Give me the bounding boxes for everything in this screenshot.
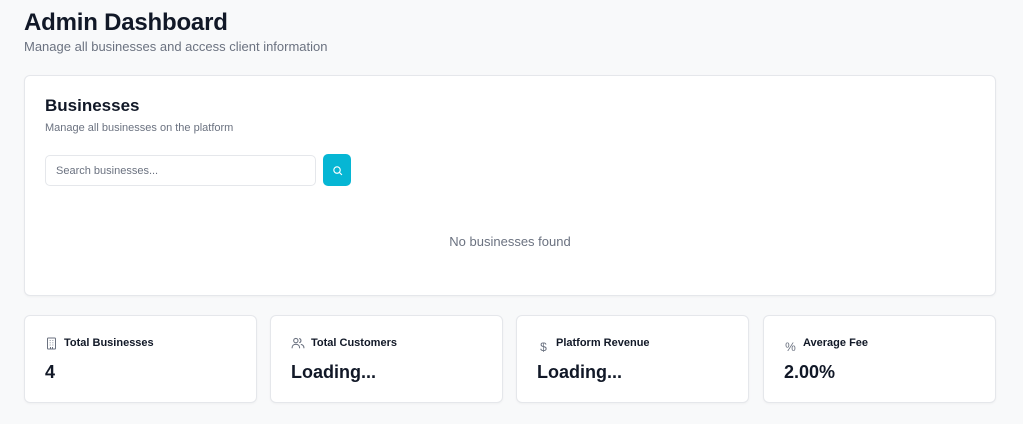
search-button[interactable] <box>323 154 351 186</box>
stat-card-total-customers: Total Customers Loading... <box>270 315 503 403</box>
businesses-title: Businesses <box>45 96 140 115</box>
percent-icon: % <box>785 340 796 354</box>
stat-value: 2.00% <box>784 362 836 382</box>
stat-value: 4 <box>45 362 56 382</box>
page-header: Admin Dashboard Manage all businesses an… <box>24 8 328 55</box>
stat-card-platform-revenue: $ Platform Revenue Loading... <box>516 315 749 403</box>
stat-label: Average Fee <box>803 337 869 349</box>
stat-label: Total Customers <box>311 337 397 349</box>
businesses-card: Businesses Manage all businesses on the … <box>24 75 996 296</box>
search-input[interactable] <box>45 155 316 186</box>
stat-value: Loading... <box>537 362 622 382</box>
stat-label-row: Total Customers <box>291 335 397 351</box>
page-subtitle: Manage all businesses and access client … <box>24 39 328 54</box>
building-icon <box>45 336 58 350</box>
businesses-subtitle: Manage all businesses on the platform <box>45 122 234 134</box>
stat-card-total-businesses: Total Businesses 4 <box>24 315 257 403</box>
stat-label-row: $ Platform Revenue <box>537 335 650 354</box>
page-title: Admin Dashboard <box>24 9 228 36</box>
stat-card-average-fee: % Average Fee 2.00% <box>763 315 996 403</box>
empty-state-message: No businesses found <box>449 234 571 249</box>
stat-label: Total Businesses <box>64 337 154 349</box>
stat-label-row: % Average Fee <box>784 335 869 354</box>
dollar-icon: $ <box>540 340 547 354</box>
stat-label-row: Total Businesses <box>45 335 154 351</box>
users-icon <box>291 336 305 350</box>
search-icon <box>332 165 343 176</box>
stat-value: Loading... <box>291 362 376 382</box>
stat-label: Platform Revenue <box>556 337 650 349</box>
